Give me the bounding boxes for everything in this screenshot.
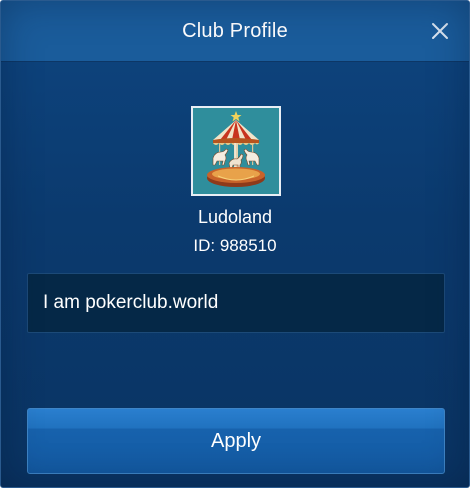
club-description-field[interactable]: I am pokerclub.world <box>27 273 445 333</box>
dialog-header: Club Profile <box>1 1 469 62</box>
club-name: Ludoland <box>197 207 273 227</box>
club-avatar <box>191 106 281 196</box>
apply-button[interactable]: Apply <box>27 408 445 474</box>
club-profile-dialog: Club Profile Ludoland ID: 988510 I am po… <box>0 0 470 488</box>
close-icon[interactable] <box>429 20 451 42</box>
dialog-title: Club Profile <box>182 19 288 42</box>
carousel-avatar-icon <box>193 108 279 194</box>
club-description-text: I am pokerclub.world <box>43 292 219 313</box>
club-id: ID: 988510 <box>193 236 277 255</box>
